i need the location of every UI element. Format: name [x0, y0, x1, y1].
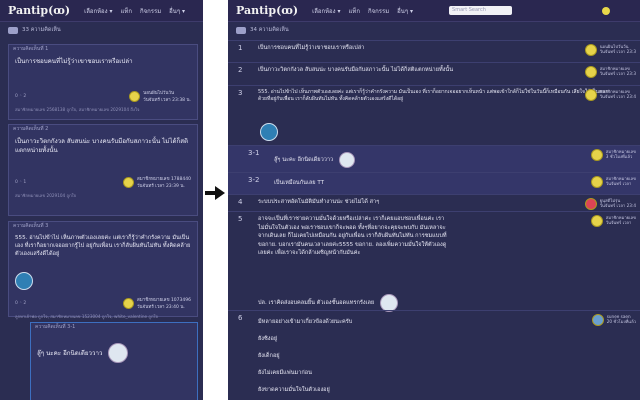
sticker-icon	[15, 272, 33, 290]
comment-row: 2 เป็นภาวะวิตกกังวล สับสนน่ะ บางคนรับมือ…	[228, 62, 640, 85]
comment-body: ลู๊ๆ นะคะ อีกนิดเดียววาว	[37, 349, 103, 357]
timestamp: 3 ชั่วโมงที่แล้ว	[605, 154, 633, 159]
comment-text: ยังขาดความมั่นใจในตัวเองอยู่	[258, 387, 330, 393]
menu-more[interactable]: อื่นๆ ▾	[169, 6, 185, 16]
user-avatar[interactable]	[123, 176, 135, 188]
arrow-right-icon	[205, 186, 225, 200]
comment-icon	[236, 26, 246, 34]
user-avatar[interactable]	[584, 66, 597, 78]
comment-number: 6	[238, 314, 243, 322]
likes-footer: สมาชิกหมายเลข 2568138 ถูกใจ, สมาชิกหมายเ…	[15, 107, 140, 112]
comment-row: 1 เป็นการชอบคนที่ไม่รู้ว่าเขาชอบเราหรือเ…	[228, 40, 640, 62]
sticker-icon	[260, 123, 278, 141]
timestamp: วันจันทร์ เวลา 23:4	[599, 203, 636, 208]
comment-text: ยังเด็กอยู่	[258, 353, 280, 359]
comment-number: 3	[238, 89, 243, 97]
timestamp: วันจันทร์ เวลา 23:3	[599, 71, 636, 76]
menu-activities[interactable]: กิจกรรม	[368, 6, 389, 16]
top-navbar: Pantip(ꝏ) เลือกห้อง ▾ แท็ก กิจกรรม อื่นๆ…	[0, 0, 203, 22]
comment-text: อาจจะเป็นที่เราชายความมั่นใจด้วยหรือเปล่…	[258, 216, 447, 256]
pantip-logo[interactable]: Pantip(ꝏ)	[8, 4, 70, 17]
timestamp: วันจันทร์ เวลา	[605, 181, 632, 186]
timestamp: วันจันทร์ เวลา 23:38 น.	[143, 98, 191, 103]
user-avatar[interactable]	[590, 176, 603, 188]
reply-row: 3-2 เป็นเหมือนกันเลย TT สมาชิกหมายเลข วัน…	[228, 172, 640, 194]
comment-icon	[8, 26, 18, 34]
comment-text: ลู๊ๆ นะคะ อีกนิดเดียววาว	[274, 157, 334, 163]
timestamp: วันจันทร์ เวลา 23:40 น.	[137, 305, 185, 310]
user-avatar[interactable]	[584, 44, 597, 56]
comment-text: เป็นภาวะวิตกกังวล สับสนน่ะ บางคนรับมือกั…	[258, 67, 454, 73]
username[interactable]: สมาชิกหมายเลข 1073496	[137, 296, 191, 303]
left-screenshot-panel: Pantip(ꝏ) เลือกห้อง ▾ แท็ก กิจกรรม อื่นๆ…	[0, 0, 203, 400]
comment-number: 3-2	[248, 176, 260, 184]
menu-rooms[interactable]: เลือกห้อง ▾	[312, 6, 340, 16]
top-navbar: Pantip(ꝏ) เลือกห้อง ▾ แท็ก กิจกรรม อื่นๆ…	[228, 0, 640, 22]
user-avatar[interactable]	[129, 90, 141, 102]
comment-body: 555. อ่านไปข้าไป เห็นภาพตัวเองเลยค่ะ แต่…	[15, 235, 191, 257]
comment-text: เป็นเหมือนกันเลย TT	[274, 180, 325, 186]
comment-text: มีหลายอย่างเข้ามาเกี่ยวข้องด้วยนะครับ	[258, 319, 353, 325]
right-screenshot-panel: Pantip(ꝏ) เลือกห้อง ▾ แท็ก กิจกรรม อื่นๆ…	[228, 0, 640, 400]
vote-count[interactable]: 0 ◦ 1	[15, 180, 26, 185]
comment-number: 5	[238, 215, 243, 223]
comment-row: 4 ระบบประสาทอัตโนมัติมันทำงานน่ะ ช่วยไม่…	[228, 194, 640, 211]
timestamp: วันจันทร์ เวลา 23:4	[599, 94, 636, 99]
user-avatar[interactable]	[602, 6, 611, 15]
comment-header: ความคิดเห็นที่ 1	[13, 46, 49, 52]
pantip-logo[interactable]: Pantip(ꝏ)	[236, 4, 298, 17]
comment-text: 555. อ่านไปข้าไป เห็นภาพตัวเองเลยค่ะ แต่…	[258, 89, 609, 102]
comment-count: 34 ความคิดเห็น	[228, 22, 640, 38]
reply-card: ความคิดเห็นที่ 3-1 ลู๊ๆ นะคะ อีกนิดเดียว…	[30, 322, 198, 400]
comment-text: เป็นการชอบคนที่ไม่รู้ว่าเขาชอบเราหรือเปล…	[258, 45, 365, 51]
vote-count[interactable]: 0 ◦ 2	[15, 301, 26, 306]
menu-tags[interactable]: แท็ก	[349, 6, 360, 16]
comment-text: ระบบประสาทอัตโนมัติมันทำงานน่ะ ช่วยไม่ได…	[258, 199, 380, 205]
timestamp: วันจันทร์ เวลา 23:39 น.	[137, 184, 185, 189]
sticker-icon	[108, 343, 129, 363]
user-avatar[interactable]	[590, 215, 603, 227]
comment-text: ยังซิงอยู่	[258, 336, 278, 342]
user-avatar[interactable]	[584, 198, 597, 210]
comment-row: 6 มีหลายอย่างเข้ามาเกี่ยวข้องด้วยนะครับ …	[228, 310, 640, 400]
vote-count[interactable]: 0 ◦ 2	[15, 94, 26, 99]
user-avatar[interactable]	[590, 149, 603, 161]
comment-text: ยังไม่เคยมีแฟนมาก่อน	[258, 370, 312, 376]
menu-activities[interactable]: กิจกรรม	[140, 6, 161, 16]
comment-count: 33 ความคิดเห็น	[0, 22, 203, 38]
timestamp: 20 ชั่วโมงที่แล้ว	[606, 319, 636, 324]
comment-header: ความคิดเห็นที่ 3-1	[35, 324, 76, 330]
comment-number: 1	[238, 44, 243, 52]
timestamp: วันจันทร์ เวลา	[605, 220, 632, 225]
comment-number: 4	[238, 198, 243, 206]
timestamp: วันจันทร์ เวลา 23:3	[599, 49, 636, 54]
comment-card: ความคิดเห็นที่ 1 เป็นการชอบคนที่ไม่รู้ว่…	[8, 44, 198, 120]
comment-card: ความคิดเห็นที่ 2 เป็นภาวะวิตกกังวล สับสน…	[8, 124, 198, 216]
likes-footer: สมาชิกหมายเลข 2029104 ถูกใจ	[15, 193, 77, 198]
menu-tags[interactable]: แท็ก	[121, 6, 132, 16]
username[interactable]: สมาชิกหมายเลข 1788440	[137, 175, 191, 182]
user-avatar[interactable]	[584, 89, 597, 101]
reply-row: 3-1 ลู๊ๆ นะคะ อีกนิดเดียววาว สมาชิกหมายเ…	[228, 145, 640, 172]
comment-row: 5 อาจจะเป็นที่เราชายความมั่นใจด้วยหรือเป…	[228, 211, 640, 312]
user-avatar[interactable]	[123, 297, 135, 309]
comment-body: เป็นภาวะวิตกกังวล สับสนน่ะ บางคนรับมือกั…	[15, 138, 189, 154]
comment-body: เป็นการชอบคนที่ไม่รู้ว่าเขาชอบเราหรือเปล…	[15, 58, 133, 65]
comment-row: 3 555. อ่านไปข้าไป เห็นภาพตัวเองเลยค่ะ แ…	[228, 85, 640, 118]
comment-header: ความคิดเห็นที่ 3	[13, 223, 49, 229]
comment-card: ความคิดเห็นที่ 3 555. อ่านไปข้าไป เห็นภา…	[8, 221, 198, 319]
comment-number: 3-1	[248, 149, 260, 157]
sticker-icon	[339, 152, 356, 168]
menu-rooms[interactable]: เลือกห้อง ▾	[84, 6, 112, 16]
comment-text: ปล. เราคิดส่งอบคลมยิ้น ตัวเองชั้นอดแทรกร…	[258, 300, 375, 306]
comment-header: ความคิดเห็นที่ 2	[13, 126, 49, 132]
comment-number: 2	[238, 66, 243, 74]
menu-more[interactable]: อื่นๆ ▾	[397, 6, 413, 16]
search-input[interactable]: Smart Search	[449, 6, 513, 15]
username[interactable]: นอนฝันไปวันวัน	[143, 89, 191, 96]
user-avatar[interactable]	[591, 314, 604, 326]
